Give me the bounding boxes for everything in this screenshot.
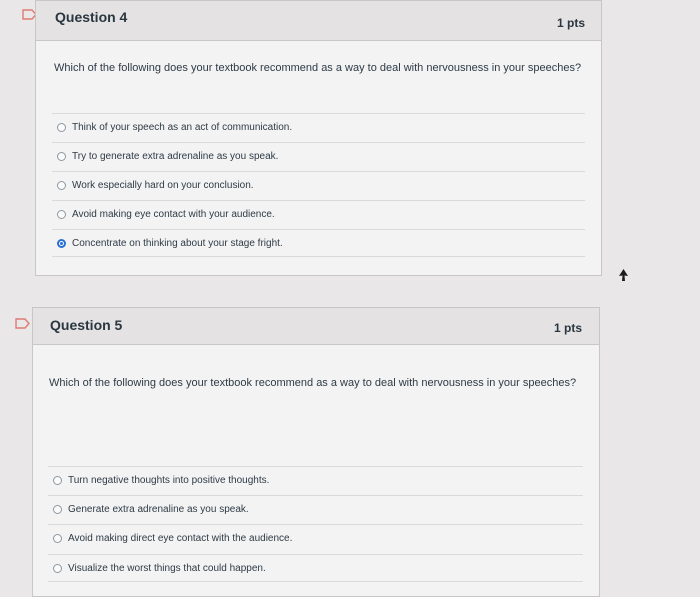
- question-title: Question 4: [55, 9, 128, 25]
- radio-button[interactable]: [57, 123, 66, 132]
- answer-option[interactable]: Visualize the worst things that could ha…: [48, 554, 583, 582]
- question-title: Question 5: [50, 317, 123, 333]
- answer-label: Turn negative thoughts into positive tho…: [68, 475, 270, 486]
- answer-option[interactable]: Generate extra adrenaline as you speak.: [48, 495, 583, 523]
- answer-label: Visualize the worst things that could ha…: [68, 562, 266, 574]
- answer-label: Work especially hard on your conclusion.: [72, 180, 254, 191]
- question-header: Question 4 1 pts: [36, 1, 601, 41]
- question-card: Question 5 1 pts Which of the following …: [32, 307, 600, 597]
- question-prompt: Which of the following does your textboo…: [49, 377, 577, 389]
- radio-button[interactable]: [53, 534, 62, 543]
- radio-button[interactable]: [53, 476, 62, 485]
- answer-label: Avoid making direct eye contact with the…: [68, 533, 293, 544]
- answer-label: Try to generate extra adrenaline as you …: [72, 151, 279, 162]
- answer-option[interactable]: Think of your speech as an act of commun…: [52, 113, 585, 141]
- question-points: 1 pts: [556, 16, 585, 30]
- radio-button[interactable]: [57, 152, 66, 161]
- radio-button[interactable]: [53, 563, 62, 573]
- answer-option[interactable]: Work especially hard on your conclusion.: [52, 171, 585, 199]
- question-header: Question 5 1 pts: [33, 308, 599, 345]
- answer-option[interactable]: Concentrate on thinking about your stage…: [52, 229, 585, 257]
- mouse-pointer-icon: [619, 268, 628, 286]
- answer-option[interactable]: Avoid making direct eye contact with the…: [48, 524, 583, 552]
- radio-button[interactable]: [53, 505, 62, 514]
- radio-button-selected[interactable]: [57, 238, 66, 248]
- answer-label: Avoid making eye contact with your audie…: [72, 209, 275, 220]
- answer-label: Concentrate on thinking about your stage…: [72, 237, 283, 249]
- question-card: Question 4 1 pts Which of the following …: [35, 0, 602, 276]
- answer-label: Generate extra adrenaline as you speak.: [68, 504, 249, 515]
- answer-option[interactable]: Avoid making eye contact with your audie…: [52, 200, 585, 228]
- question-prompt: Which of the following does your textboo…: [54, 62, 582, 74]
- answer-option[interactable]: Turn negative thoughts into positive tho…: [48, 466, 583, 494]
- answer-option[interactable]: Try to generate extra adrenaline as you …: [52, 142, 585, 170]
- question-points: 1 pts: [553, 321, 582, 335]
- flag-question-icon[interactable]: [15, 318, 31, 329]
- radio-button[interactable]: [57, 181, 66, 190]
- answer-label: Think of your speech as an act of commun…: [72, 122, 293, 133]
- radio-button[interactable]: [57, 210, 66, 219]
